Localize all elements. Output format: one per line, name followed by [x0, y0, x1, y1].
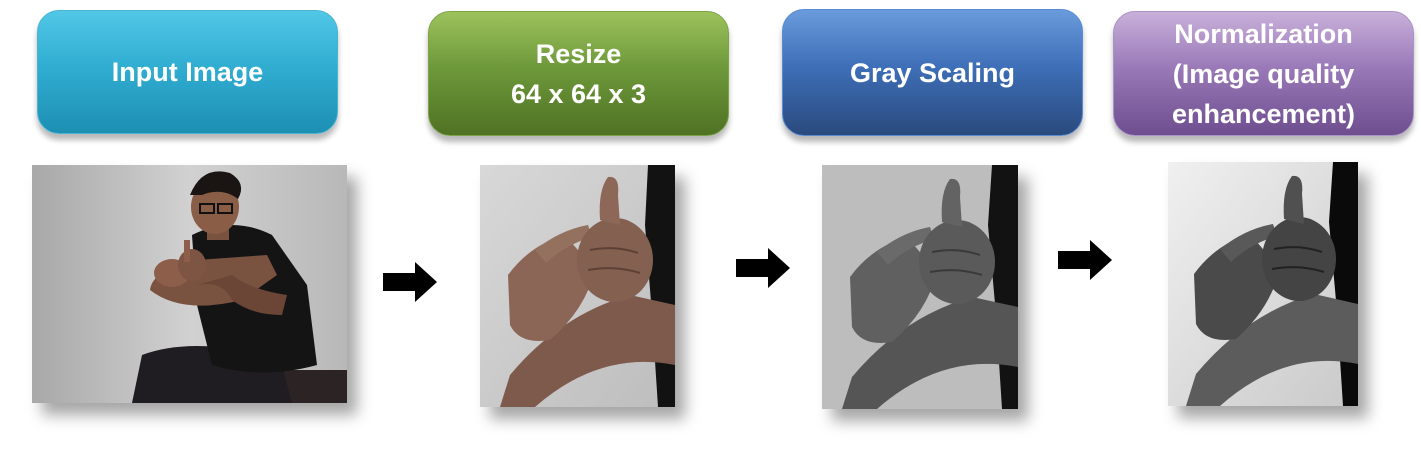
stage-gray-scaling-box: Gray Scaling [782, 9, 1083, 136]
resized-hand-photo [480, 165, 675, 407]
grayscale-hand-photo [822, 165, 1018, 409]
hand-sign-normalized-image [1168, 162, 1358, 406]
stage-label-line: (Image quality [1172, 58, 1355, 89]
stage-label-line: 64 x 64 x 3 [510, 78, 647, 109]
stage-label-line: Input Image [111, 57, 264, 87]
stage-resize-box: Resize 64 x 64 x 3 [428, 11, 729, 136]
person-hand-sign-image [32, 165, 347, 403]
input-image-photo [32, 165, 347, 403]
hand-sign-color-image [480, 165, 675, 407]
right-arrow-icon [383, 262, 437, 302]
stage-normalization-box: Normalization (Image quality enhancement… [1113, 11, 1414, 136]
right-arrow-icon [736, 248, 790, 288]
stage-label-line: enhancement) [1171, 98, 1356, 129]
stage-label-line: Gray Scaling [849, 57, 1016, 88]
normalized-hand-photo [1168, 162, 1358, 406]
stage-label-line: Normalization [1174, 18, 1353, 49]
right-arrow-icon [1058, 240, 1112, 280]
stage-label-line: Resize [535, 38, 622, 69]
stage-input-image-box: Input Image [37, 10, 338, 134]
hand-sign-grayscale-image [822, 165, 1018, 409]
